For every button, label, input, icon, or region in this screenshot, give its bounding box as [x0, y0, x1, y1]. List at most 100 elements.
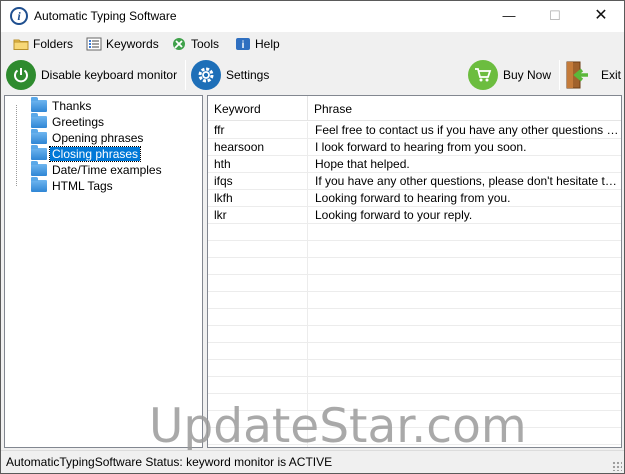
column-header-keyword[interactable]: Keyword	[208, 96, 308, 121]
settings-button[interactable]: Settings	[191, 60, 269, 90]
window-title: Automatic Typing Software	[34, 9, 177, 23]
phrase-cell	[308, 258, 621, 275]
menu-bar: Folders Keywords Tools i Help	[1, 32, 624, 56]
phrase-cell	[308, 241, 621, 258]
keyword-cell	[208, 241, 308, 258]
folder-icon	[31, 177, 47, 192]
tree-item-opening-phrases[interactable]: Opening phrases	[17, 129, 145, 146]
tree-item-label: Opening phrases	[52, 131, 144, 145]
empty-table-row[interactable]	[208, 241, 621, 258]
folder-icon	[31, 97, 47, 112]
menu-help[interactable]: i Help	[235, 35, 280, 53]
tree-item-thanks[interactable]: Thanks	[17, 97, 93, 114]
table-row[interactable]: ffr Feel free to contact us if you have a…	[208, 122, 621, 139]
buy-now-button[interactable]: Buy Now	[468, 60, 551, 90]
table-row[interactable]: lkfh Looking forward to hearing from you.	[208, 190, 621, 207]
menu-folders-label: Folders	[33, 37, 74, 51]
tree-item-label: Thanks	[52, 99, 92, 113]
empty-table-row[interactable]	[208, 309, 621, 326]
tree-item-closing-phrases[interactable]: Closing phrases	[17, 145, 142, 162]
empty-table-row[interactable]	[208, 326, 621, 343]
phrase-cell: Hope that helped.	[315, 157, 410, 171]
menu-tools-label: Tools	[191, 37, 220, 51]
keyword-cell	[208, 309, 308, 326]
table-row[interactable]: lkr Looking forward to your reply.	[208, 207, 621, 224]
status-bar: AutomaticTypingSoftware Status: keyword …	[1, 450, 624, 473]
keyword-cell	[208, 258, 308, 275]
phrase-cell	[308, 292, 621, 309]
table-row[interactable]: ifqs If you have any other questions, ple…	[208, 173, 621, 190]
folder-tree[interactable]: Thanks Greetings Opening phrases Closing…	[4, 95, 203, 448]
folder-icon	[31, 145, 47, 160]
toolbar: Disable keyboard monitor Settings Buy No…	[1, 56, 624, 94]
keyword-cell: ffr	[208, 122, 308, 139]
phrase-cell	[308, 326, 621, 343]
maximize-button[interactable]: ☐	[532, 1, 578, 32]
keyword-cell	[208, 275, 308, 292]
toolbar-separator	[185, 60, 186, 90]
exit-label: Exit	[601, 68, 622, 82]
help-icon: i	[235, 37, 251, 51]
tree-item-html-tags[interactable]: HTML Tags	[17, 177, 115, 194]
title-bar[interactable]: i Automatic Typing Software — ☐ ✕	[1, 1, 624, 32]
watermark: UpdateStar.com	[149, 399, 527, 454]
minimize-button[interactable]: —	[486, 1, 532, 32]
exit-button[interactable]: Exit	[564, 60, 621, 90]
folder-icon	[31, 129, 47, 144]
toolbar-separator	[559, 60, 560, 90]
menu-keywords-label: Keywords	[106, 37, 159, 51]
keyword-cell	[208, 326, 308, 343]
table-row[interactable]: hearsoon I look forward to hearing from y…	[208, 139, 621, 156]
empty-table-row[interactable]	[208, 292, 621, 309]
disable-monitor-label: Disable keyboard monitor	[41, 68, 178, 82]
folder-icon	[31, 113, 47, 128]
table-row[interactable]: hth Hope that helped.	[208, 156, 621, 173]
cart-icon	[468, 60, 498, 90]
app-window: i Automatic Typing Software — ☐ ✕ Folder…	[0, 0, 625, 474]
empty-table-row[interactable]	[208, 343, 621, 360]
grid-header: Keyword Phrase	[208, 96, 621, 121]
phrase-cell	[308, 275, 621, 292]
tree-item-label: Closing phrases	[48, 146, 142, 162]
keyword-cell: hearsoon	[208, 139, 308, 156]
app-logo-icon: i	[10, 7, 28, 25]
keyword-cell	[208, 292, 308, 309]
empty-table-row[interactable]	[208, 360, 621, 377]
svg-text:i: i	[242, 40, 245, 51]
menu-help-label: Help	[255, 37, 280, 51]
menu-tools[interactable]: Tools	[171, 35, 219, 53]
disable-monitor-button[interactable]: Disable keyboard monitor	[6, 60, 177, 90]
tree-item-date-time-examples[interactable]: Date/Time examples	[17, 161, 164, 178]
keyword-cell: lkr	[208, 207, 308, 224]
keyword-cell: hth	[208, 156, 308, 173]
phrase-cell	[308, 360, 621, 377]
resize-grip-icon[interactable]	[612, 461, 622, 471]
phrase-cell	[308, 309, 621, 326]
empty-table-row[interactable]	[208, 275, 621, 292]
power-icon	[6, 60, 36, 90]
empty-table-row[interactable]	[208, 377, 621, 394]
phrase-grid[interactable]: Keyword Phrase ffr Feel free to contact u…	[207, 95, 622, 448]
keyword-cell	[208, 224, 308, 241]
tree-item-greetings[interactable]: Greetings	[17, 113, 106, 130]
phrase-cell: Feel free to contact us if you have any …	[315, 123, 621, 137]
phrase-cell: Looking forward to your reply.	[315, 208, 473, 222]
buy-now-label: Buy Now	[503, 68, 552, 82]
menu-folders[interactable]: Folders	[13, 35, 73, 53]
folder-icon	[31, 161, 47, 176]
keyword-cell	[208, 360, 308, 377]
status-text: AutomaticTypingSoftware Status: keyword …	[6, 455, 333, 469]
menu-keywords[interactable]: Keywords	[86, 35, 159, 53]
empty-table-row[interactable]	[208, 224, 621, 241]
gear-icon	[191, 60, 221, 90]
phrase-cell	[308, 224, 621, 241]
empty-table-row[interactable]	[208, 258, 621, 275]
column-header-phrase[interactable]: Phrase	[308, 96, 621, 121]
phrase-cell	[308, 343, 621, 360]
tools-icon	[171, 37, 187, 51]
phrase-cell: I look forward to hearing from you soon.	[315, 140, 527, 154]
phrase-cell: If you have any other questions, please …	[315, 174, 621, 188]
keyword-cell: ifqs	[208, 173, 308, 190]
close-button[interactable]: ✕	[578, 1, 624, 32]
tree-item-label: Date/Time examples	[52, 163, 162, 177]
